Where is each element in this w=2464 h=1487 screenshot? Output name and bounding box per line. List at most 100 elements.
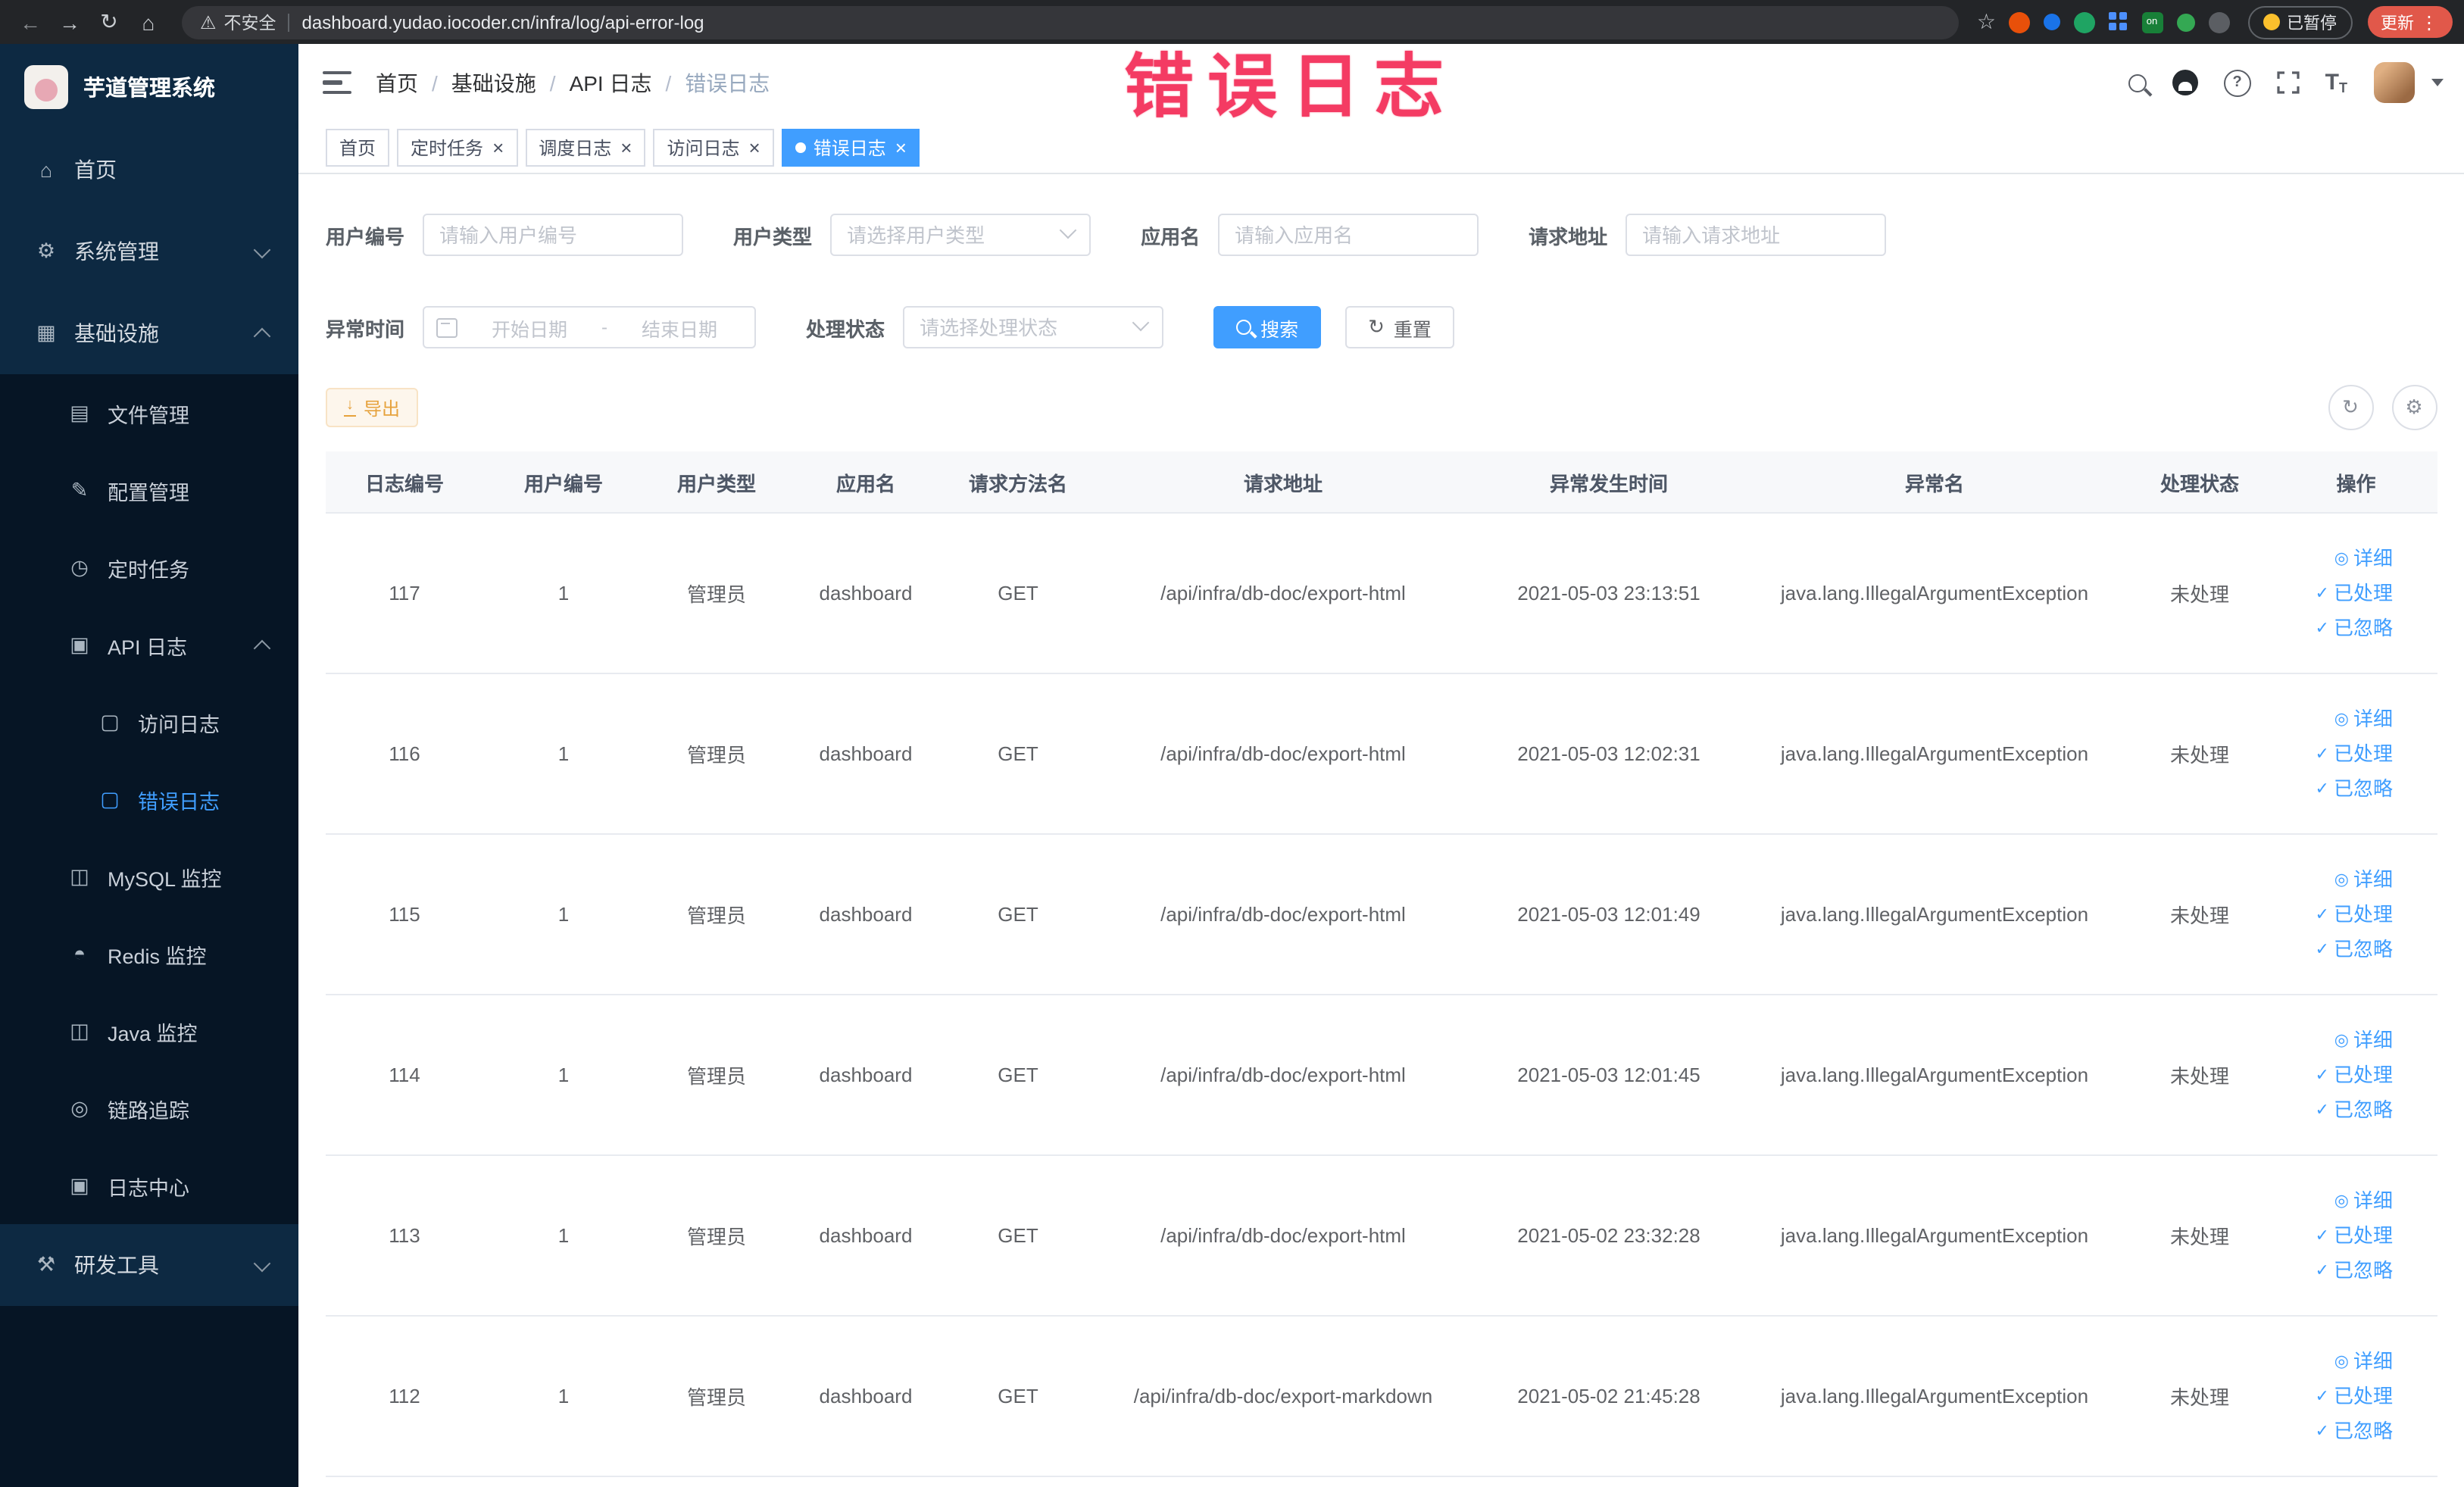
close-icon[interactable]: × [492,137,504,157]
sidebar-item-access-log[interactable]: ▢ 访问日志 [0,683,298,761]
sidebar-item-mysql[interactable]: ◫ MySQL 监控 [0,838,298,915]
sidebar-item-config[interactable]: ✎ 配置管理 [0,451,298,529]
refresh-table-button[interactable]: ↻ [2328,385,2373,430]
reset-button[interactable]: ↻ 重置 [1345,306,1454,348]
action-label: 已忽略 [2333,1419,2393,1442]
action-ignored[interactable]: ✓ 已忽略 [2316,1416,2393,1446]
eye-icon: ◎ [2334,549,2349,567]
breadcrumb-api-log[interactable]: API 日志 [570,67,652,98]
action-detail[interactable]: ◎ 详细 [2334,1346,2393,1376]
sidebar-item-label: Java 监控 [108,1022,198,1045]
sidebar-item-redis[interactable]: ◓ Redis 监控 [0,915,298,992]
user-avatar[interactable] [2373,62,2414,103]
cell-id: 114 [389,1064,420,1086]
close-icon[interactable]: × [620,137,632,157]
extension-on-icon[interactable]: on [2141,11,2163,33]
sidebar-item-file[interactable]: ▤ 文件管理 [0,374,298,451]
action-ignored[interactable]: ✓ 已忽略 [2316,1255,2393,1286]
browser-home-icon[interactable]: ⌂ [130,5,167,39]
tab-job-log[interactable]: 调度日志 × [525,128,646,166]
action-detail[interactable]: ◎ 详细 [2334,864,2393,895]
cell-method: GET [998,903,1038,926]
app-name-input[interactable] [1218,214,1479,256]
tab-error-log[interactable]: 错误日志 × [781,128,920,166]
forward-icon[interactable]: → [52,5,88,39]
tab-home[interactable]: 首页 [326,128,390,166]
cell-user-id: 1 [557,1385,570,1407]
sidebar-item-system[interactable]: ⚙ 系统管理 [0,211,298,292]
extension-icon-2[interactable] [2043,14,2060,30]
search-icon[interactable] [2128,73,2147,92]
tab-job[interactable]: 定时任务 × [397,128,518,166]
doc-icon: ▢ [100,787,120,810]
sidebar-item-log-center[interactable]: ▣ 日志中心 [0,1147,298,1224]
extension-icon-5[interactable] [2176,13,2194,31]
table-row[interactable]: 115 1 管理员 dashboard GET/api/infra/db-doc/exp… [326,835,2437,995]
extension-icon-4[interactable] [2108,12,2128,32]
sidebar-item-java[interactable]: ◫ Java 监控 [0,992,298,1070]
paused-badge[interactable]: 已暂停 [2247,5,2352,39]
table-row[interactable]: 114 1 管理员 dashboard GET/api/infra/db-doc/exp… [326,995,2437,1156]
help-icon[interactable]: ? [2223,69,2251,96]
browser-update-button[interactable]: 更新 ⋮ [2367,6,2452,38]
breadcrumb-home[interactable]: 首页 [376,67,418,98]
sidebar-item-infra[interactable]: ▦ 基础设施 [0,292,298,374]
font-size-icon[interactable]: TT [2325,70,2347,95]
tab-access-log[interactable]: 访问日志 × [653,128,774,166]
sidebar-item-devtools[interactable]: ⚒ 研发工具 [0,1224,298,1306]
back-icon[interactable]: ← [12,5,48,39]
table-row[interactable]: 113 1 管理员 dashboard GET/api/infra/db-doc/exp… [326,1156,2437,1317]
extension-icon-6[interactable] [2208,11,2229,33]
sidebar-item-api-log[interactable]: ▣ API 日志 [0,606,298,683]
search-button[interactable]: 搜索 [1213,306,1322,348]
action-processed[interactable]: ✓ 已处理 [2316,578,2393,608]
request-url-input[interactable] [1625,214,1887,256]
app-title: 芋道管理系统 [83,77,215,101]
action-detail[interactable]: ◎ 详细 [2334,543,2393,573]
action-processed[interactable]: ✓ 已处理 [2316,899,2393,929]
check-icon: ✓ [2315,619,2329,637]
column-settings-button[interactable]: ⚙ [2391,385,2437,430]
bookmark-star-icon[interactable]: ☆ [1977,9,1996,35]
user-id-input[interactable] [423,214,684,256]
export-button[interactable]: ↓ 导出 [326,388,419,427]
fullscreen-icon[interactable] [2277,71,2300,94]
action-processed[interactable]: ✓ 已处理 [2316,1381,2393,1411]
address-bar[interactable]: ⚠ 不安全 dashboard.yudao.iocoder.cn/infra/l… [182,5,1959,39]
avatar-caret-icon[interactable] [2431,79,2443,86]
sidebar-item-error-log[interactable]: ▢ 错误日志 [0,761,298,838]
action-ignored[interactable]: ✓ 已忽略 [2316,773,2393,804]
reload-icon[interactable]: ↻ [91,5,127,39]
action-detail[interactable]: ◎ 详细 [2334,1025,2393,1055]
date-range-picker[interactable]: 开始日期 - 结束日期 [423,306,757,348]
breadcrumb-infra[interactable]: 基础设施 [451,67,536,98]
action-detail[interactable]: ◎ 详细 [2334,704,2393,734]
action-ignored[interactable]: ✓ 已忽略 [2316,934,2393,964]
action-ignored[interactable]: ✓ 已忽略 [2316,613,2393,643]
sidebar-toggle-icon[interactable] [323,71,351,94]
sidebar-item-home[interactable]: ⌂ 首页 [0,129,298,211]
action-processed[interactable]: ✓ 已处理 [2316,1220,2393,1251]
table-row[interactable]: 116 1 管理员 dashboard GET/api/infra/db-doc/exp… [326,674,2437,835]
close-icon[interactable]: × [749,137,760,157]
process-status-select[interactable] [903,306,1164,348]
sidebar-logo-row[interactable]: 芋道管理系统 [0,44,298,129]
user-type-select[interactable] [830,214,1091,256]
action-detail[interactable]: ◎ 详细 [2334,1186,2393,1216]
action-processed[interactable]: ✓ 已处理 [2316,739,2393,769]
sidebar-item-job[interactable]: ◷ 定时任务 [0,529,298,606]
sidebar-item-trace[interactable]: ◎ 链路追踪 [0,1070,298,1147]
cell-exception: java.lang.IllegalArgumentException [1780,582,2089,604]
action-ignored[interactable]: ✓ 已忽略 [2316,1095,2393,1125]
extension-icon-1[interactable] [2008,11,2029,33]
cell-user-id: 1 [557,742,570,765]
url-text[interactable]: dashboard.yudao.iocoder.cn/infra/log/api… [302,11,704,33]
action-processed[interactable]: ✓ 已处理 [2316,1060,2393,1090]
table-row[interactable]: 117 1 管理员 dashboard GET/api/infra/db-doc/exp… [326,514,2437,674]
table-row[interactable]: 112 1 管理员 dashboard GET/api/infra/db-doc/exp… [326,1317,2437,1477]
extension-icon-3[interactable] [2073,11,2094,33]
cell-user-type: 管理员 [686,744,746,767]
github-icon[interactable] [2172,70,2198,95]
close-icon[interactable]: × [895,137,907,157]
browser-menu-icon[interactable]: ⋮ [2420,11,2438,33]
